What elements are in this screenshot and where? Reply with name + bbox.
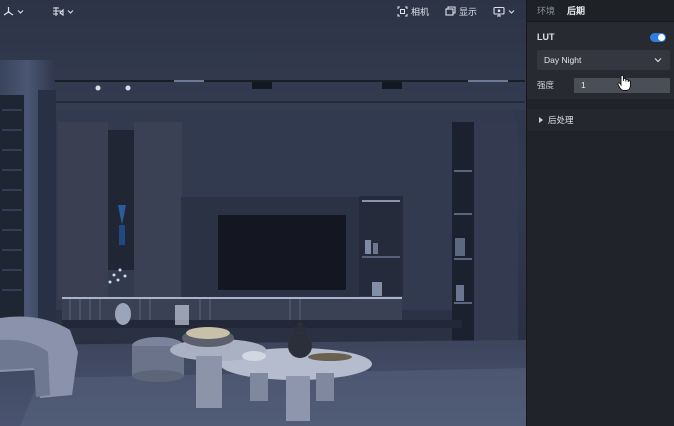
camera-button[interactable]: 相机: [394, 3, 432, 19]
panel-tabs: 环境 后期: [527, 0, 674, 22]
post-processing-label: 后处理: [548, 115, 574, 125]
chevron-down-icon: [17, 9, 24, 14]
strength-label: 强度: [537, 80, 555, 90]
chevron-down-icon: [508, 9, 515, 14]
strength-input[interactable]: 1: [574, 77, 670, 93]
display-button[interactable]: 显示: [442, 3, 480, 19]
properties-panel: 环境 后期 LUT Day Night 强度 1 后处理: [526, 0, 674, 426]
chevron-down-icon: [654, 58, 662, 63]
screen-settings-icon: [493, 6, 505, 17]
screen-settings-dropdown[interactable]: [490, 3, 518, 19]
display-button-label: 显示: [458, 6, 477, 17]
view-mode-dropdown[interactable]: [0, 3, 27, 19]
lut-label: LUT: [537, 32, 555, 42]
camera-focus-icon: [397, 5, 408, 17]
lut-section: LUT Day Night 强度 1: [527, 22, 674, 99]
tab-environment[interactable]: 环境: [537, 4, 555, 17]
chevron-down-icon: [67, 9, 74, 14]
post-processing-expander[interactable]: 后处理: [527, 109, 674, 131]
camera-button-label: 相机: [410, 6, 429, 17]
expand-arrow-icon: [539, 117, 543, 123]
layers-icon: [53, 6, 64, 16]
3d-viewport[interactable]: 相机 显示: [0, 0, 526, 426]
render-mode-dropdown[interactable]: [49, 3, 77, 19]
lut-preset-value: Day Night: [544, 55, 582, 65]
lut-toggle[interactable]: [650, 32, 666, 42]
interior-render: [0, 0, 526, 426]
tab-post-processing[interactable]: 后期: [567, 4, 585, 17]
strength-row: 强度 1: [527, 75, 674, 95]
display-icon: [445, 5, 456, 16]
axis-gizmo-icon: [3, 6, 14, 15]
lut-preset-select[interactable]: Day Night: [537, 50, 670, 70]
